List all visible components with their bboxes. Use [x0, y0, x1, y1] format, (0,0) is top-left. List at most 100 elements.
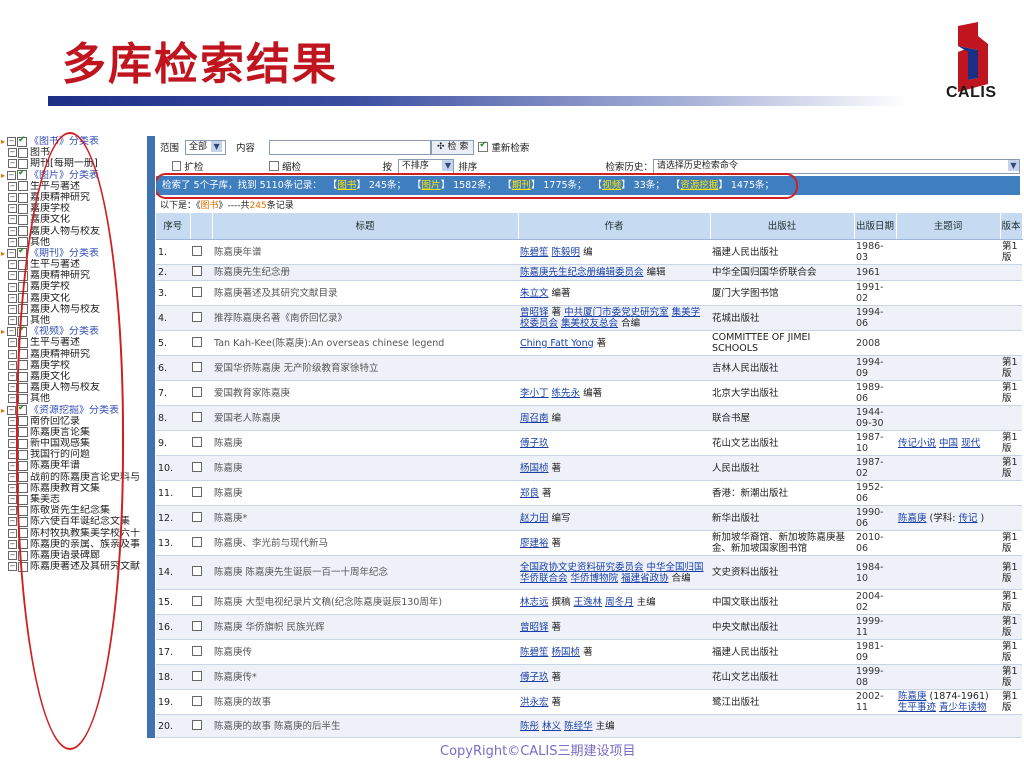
collapse-icon[interactable]: −	[8, 148, 17, 158]
row-select[interactable]	[190, 355, 212, 381]
collapse-icon[interactable]: −	[8, 260, 17, 270]
row-checkbox[interactable]	[192, 719, 202, 730]
row-title[interactable]: Tan Kah-Kee(陈嘉庚):An overseas chinese leg…	[212, 330, 518, 356]
row-select[interactable]	[190, 664, 212, 690]
collapse-icon[interactable]: −	[8, 506, 17, 516]
collapse-icon[interactable]: −	[7, 170, 17, 180]
author-link[interactable]: 陈经华	[564, 721, 593, 732]
collapse-icon[interactable]: −	[8, 495, 17, 505]
row-select[interactable]	[190, 405, 212, 431]
collapse-icon[interactable]: −	[7, 137, 17, 147]
row-select[interactable]	[190, 480, 212, 506]
row-select[interactable]	[190, 430, 212, 456]
collapse-icon[interactable]: −	[7, 248, 17, 258]
author-link[interactable]: 中共厦门市委党史研究室	[564, 307, 669, 318]
row-select[interactable]	[190, 689, 212, 715]
re-search-checkbox[interactable]	[478, 140, 489, 152]
row-select[interactable]	[190, 555, 212, 590]
row-select[interactable]	[190, 614, 212, 640]
row-checkbox[interactable]	[192, 670, 202, 681]
subject-link[interactable]: 生平事迹	[898, 702, 936, 713]
row-select[interactable]	[190, 330, 212, 356]
tree-group-checkbox[interactable]	[17, 136, 28, 147]
author-link[interactable]: 周召南	[520, 413, 549, 424]
row-checkbox[interactable]	[192, 620, 202, 631]
col-subject[interactable]: 主题词	[896, 213, 1001, 240]
collapse-icon[interactable]: −	[8, 372, 17, 382]
row-title[interactable]: 陈嘉庚先生纪念册	[212, 264, 518, 281]
row-title[interactable]: 爱国老人陈嘉庚	[212, 405, 518, 431]
tree-item-checkbox[interactable]	[18, 158, 28, 169]
row-select[interactable]	[190, 280, 212, 306]
row-select[interactable]	[190, 305, 212, 331]
col-date[interactable]: 出版日期	[854, 213, 897, 240]
author-link[interactable]: 廖建裕	[520, 538, 549, 549]
row-title[interactable]: 爱国教育家陈嘉庚	[212, 380, 518, 406]
table-row[interactable]: 4. 推荐陈嘉庚名著《南侨回忆录》 曾昭铎 著 中共厦门市委党史研究室 集美学校委员…	[156, 305, 1022, 331]
collapse-icon[interactable]: −	[8, 517, 17, 527]
row-checkbox[interactable]	[192, 361, 202, 372]
author-link[interactable]: 曾昭铎	[520, 622, 549, 633]
author-link[interactable]: 陈嘉庚先生纪念册编辑委员会	[520, 267, 644, 278]
row-title[interactable]: 陈嘉庚	[212, 455, 518, 481]
collapse-icon[interactable]: −	[8, 562, 17, 572]
collapse-icon[interactable]: −	[8, 338, 17, 348]
table-row[interactable]: 16. 陈嘉庚 华侨旗帜 民族光辉 曾昭铎 著中央文献出版社 1999-11 第1版	[156, 614, 1022, 640]
author-link[interactable]: 林义	[542, 721, 561, 732]
row-checkbox[interactable]	[192, 266, 202, 276]
author-link[interactable]: 陈毅明	[552, 247, 581, 258]
table-row[interactable]: 18. 陈嘉庚传* 傅子玖 著花山文艺出版社 1999-08 第1版	[156, 664, 1022, 690]
collapse-icon[interactable]: −	[7, 405, 17, 415]
author-link[interactable]: 集美校友总会	[561, 318, 618, 329]
collapse-icon[interactable]: −	[8, 282, 17, 292]
author-link[interactable]: Ching Fatt Yong	[520, 338, 594, 349]
table-row[interactable]: 20. 陈嘉庚的故事 陈嘉庚的后半生 陈彤 林义 陈经华 主编	[156, 714, 1022, 738]
collapse-icon[interactable]: −	[8, 215, 17, 225]
col-edition[interactable]: 版本	[1000, 213, 1023, 240]
author-link[interactable]: 福建省政协	[621, 573, 669, 584]
row-select[interactable]	[190, 239, 212, 265]
subject-link[interactable]: 青少年读物	[939, 702, 987, 713]
col-publisher[interactable]: 出版社	[710, 213, 855, 240]
collapse-icon[interactable]: −	[8, 360, 17, 370]
author-link[interactable]: 陈碧笙	[520, 247, 549, 258]
tree-item-checkbox[interactable]	[18, 203, 28, 214]
author-link[interactable]: 王逸林	[574, 597, 603, 608]
narrow-checkbox[interactable]	[269, 161, 280, 171]
table-row[interactable]: 19. 陈嘉庚的故事 洪永宏 著鹭江出版社 2002-11 陈嘉庚 (1874-1961…	[156, 689, 1022, 715]
collapse-icon[interactable]: −	[8, 204, 17, 214]
collapse-icon[interactable]: −	[8, 539, 17, 549]
row-title[interactable]: 推荐陈嘉庚名著《南侨回忆录》	[212, 305, 518, 331]
table-row[interactable]: 15. 陈嘉庚 大型电视纪录片文稿(纪念陈嘉庚诞辰130周年) 林志远 撰稿 王逸林…	[156, 589, 1022, 615]
table-row[interactable]: 9. 陈嘉庚 傅子玖 花山文艺出版社 1987-10 传记小说 中国 现代 第1版	[156, 430, 1022, 456]
collapse-icon[interactable]: −	[7, 327, 17, 337]
subject-link[interactable]: 传记	[958, 513, 977, 524]
author-link[interactable]: 赵力田	[520, 513, 549, 524]
row-select[interactable]	[190, 505, 212, 531]
tree-item-checkbox[interactable]	[18, 192, 28, 203]
collapse-icon[interactable]: −	[8, 551, 17, 561]
row-checkbox[interactable]	[192, 695, 202, 706]
collapse-icon[interactable]: −	[8, 304, 17, 314]
subject-link[interactable]: 陈嘉庚	[898, 513, 927, 524]
row-checkbox[interactable]	[192, 411, 202, 422]
collapse-icon[interactable]: −	[8, 316, 17, 326]
row-title[interactable]: 陈嘉庚*	[212, 505, 518, 531]
row-select[interactable]	[190, 714, 212, 738]
row-title[interactable]: 陈嘉庚 大型电视纪录片文稿(纪念陈嘉庚诞辰130周年)	[212, 589, 518, 615]
table-row[interactable]: 17. 陈嘉庚传 陈碧笙 杨国桢 著福建人民出版社 1981-09 第1版	[156, 639, 1022, 665]
collapse-icon[interactable]: −	[8, 181, 17, 191]
row-title[interactable]: 陈嘉庚传*	[212, 664, 518, 690]
row-select[interactable]	[190, 380, 212, 406]
table-row[interactable]: 14. 陈嘉庚 陈嘉庚先生诞辰一百一十周年纪念 全国政协文史资料研究委员会 中华全国…	[156, 555, 1022, 590]
row-title[interactable]: 爱国华侨陈嘉庚 无产阶级教育家徐特立	[212, 355, 518, 381]
row-checkbox[interactable]	[192, 336, 202, 347]
table-row[interactable]: 7. 爱国教育家陈嘉庚 李小丁 练先永 编著 北京大学出版社 1989-06 第1版	[156, 380, 1022, 406]
row-checkbox[interactable]	[192, 245, 202, 256]
author-link[interactable]: 杨国桢	[520, 463, 549, 474]
range-select[interactable]: 全部 ▼	[185, 139, 227, 155]
table-row[interactable]: 11. 陈嘉庚 郑良 著香港：新潮出版社 1952-06	[156, 480, 1022, 506]
author-link[interactable]: 全国政协文史资料研究委员会	[520, 562, 644, 573]
table-row[interactable]: 6. 爱国华侨陈嘉庚 无产阶级教育家徐特立 吉林人民出版社 1994-09 第1版	[156, 355, 1022, 381]
table-row[interactable]: 13. 陈嘉庚、李光前与现代新马 廖建裕 著新加坡华裔馆、新加坡陈嘉庚基金、新加坡国…	[156, 530, 1022, 556]
